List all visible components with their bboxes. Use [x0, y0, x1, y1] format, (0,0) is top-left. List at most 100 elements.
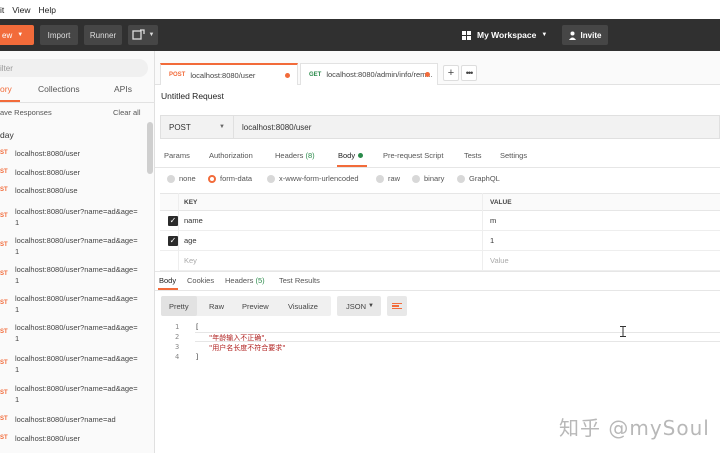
tab-apis[interactable]: APIs [114, 84, 132, 94]
clear-all-button[interactable]: Clear all [113, 108, 141, 117]
history-url: localhost:8080/user?name=ad&age=1 [15, 294, 138, 314]
response-tab-body[interactable]: Body [159, 276, 176, 285]
method-badge: ST [0, 271, 8, 277]
grid-icon [462, 30, 471, 40]
key-column-header: KEY [184, 199, 198, 206]
method-badge: ST [0, 150, 8, 156]
tab-collections[interactable]: Collections [38, 84, 80, 94]
history-url: localhost:8080/use [15, 186, 78, 195]
runner-button[interactable]: Runner [84, 25, 122, 45]
headers-count: (8) [305, 151, 315, 160]
json-string: "年龄输入不正确", [209, 334, 267, 342]
method-badge: ST [0, 213, 8, 219]
tab-tests[interactable]: Tests [464, 151, 482, 160]
tab-body[interactable]: Body [338, 151, 364, 160]
request-tab-label: localhost:8080/user [190, 70, 256, 80]
value-field[interactable]: m [490, 216, 496, 225]
new-button-label: ew [2, 30, 13, 40]
response-tab-cookies[interactable]: Cookies [187, 276, 214, 285]
request-title[interactable]: Untitled Request [161, 91, 224, 101]
menu-view[interactable]: View [12, 5, 30, 15]
workspace-selector[interactable]: My Workspace ▼ [462, 25, 547, 45]
menu-edit[interactable]: it [0, 5, 4, 15]
response-headers-count: (5) [255, 276, 265, 285]
radio-none[interactable]: none [167, 174, 196, 183]
request-tab-get-admin[interactable]: GET localhost:8080/admin/info/rem... [300, 63, 438, 85]
url-input[interactable]: localhost:8080/user [234, 115, 720, 139]
filter-input[interactable]: ilter [0, 59, 148, 77]
radio-form-data[interactable]: form-data [208, 174, 252, 183]
code-line: "用户名长度不符合要求" [209, 343, 285, 353]
request-tab-bar: POST localhost:8080/user GET localhost:8… [155, 51, 720, 85]
radio-selected-icon [208, 174, 216, 183]
invite-label: Invite [580, 30, 602, 40]
radio-binary[interactable]: binary [412, 174, 444, 183]
method-badge: ST [0, 360, 8, 366]
ellipsis-icon: ••• [465, 68, 474, 78]
new-window-button[interactable]: ▼ [128, 25, 158, 45]
radio-label: none [179, 174, 196, 183]
menu-help[interactable]: Help [39, 5, 56, 15]
radio-urlencoded[interactable]: x-www-form-urlencoded [267, 174, 359, 183]
history-url: localhost:8080/user [15, 434, 81, 443]
new-value-field[interactable]: Value [490, 256, 509, 265]
sidebar-scrollbar[interactable] [147, 122, 153, 174]
chevron-down-icon: ▼ [148, 32, 155, 38]
format-visualize-button[interactable]: Visualize [288, 296, 318, 316]
response-tab-test-results[interactable]: Test Results [279, 276, 320, 285]
method-badge: ST [0, 242, 8, 248]
tab-headers[interactable]: Headers (8) [275, 151, 315, 160]
tab-prerequest-script[interactable]: Pre-request Script [383, 151, 443, 160]
table-header: KEY VALUE [160, 193, 720, 211]
response-body-editor[interactable]: 1 [ 2 "年龄输入不正确", 3 "用户名长度不符合要求" 4 ] [155, 321, 720, 381]
radio-label: x-www-form-urlencoded [279, 174, 359, 183]
table-row: Key Value [160, 251, 720, 271]
radio-label: binary [424, 174, 445, 183]
method-select[interactable]: POST ▼ [160, 115, 234, 139]
key-field[interactable]: name [184, 216, 203, 225]
history-url: localhost:8080/user?name=ad&age=1 [15, 354, 138, 374]
value-column-header: VALUE [490, 199, 512, 206]
radio-raw[interactable]: raw [376, 174, 400, 183]
tab-params[interactable]: Params [164, 151, 190, 160]
method-badge: ST [0, 300, 8, 306]
format-raw-button[interactable]: Raw [209, 296, 224, 316]
checkbox-checked-icon[interactable]: ✓ [168, 236, 178, 246]
save-responses-toggle[interactable]: ave Responses [0, 108, 52, 117]
tab-authorization[interactable]: Authorization [209, 151, 253, 160]
history-url: localhost:8080/user?name=ad&age=1 [15, 236, 138, 256]
radio-icon [376, 174, 384, 183]
format-preview-button[interactable]: Preview [242, 296, 269, 316]
method-badge: ST [0, 187, 8, 193]
radio-icon [412, 174, 420, 183]
body-type-options: none form-data x-www-form-urlencoded raw… [155, 174, 720, 188]
history-url: localhost:8080/user?name=ad [15, 415, 116, 424]
url-bar: POST ▼ localhost:8080/user [160, 115, 720, 139]
new-key-field[interactable]: Key [184, 256, 197, 265]
checkbox-checked-icon[interactable]: ✓ [168, 216, 178, 226]
new-button[interactable]: ew ▼ [0, 25, 34, 45]
method-badge: POST [169, 72, 186, 78]
wrap-lines-button[interactable] [387, 296, 407, 316]
chevron-down-icon[interactable]: ▼ [17, 32, 23, 38]
tab-history[interactable]: ory [0, 84, 12, 94]
format-pretty-button[interactable]: Pretty [161, 296, 197, 316]
key-field[interactable]: age [184, 236, 197, 245]
method-badge: ST [0, 390, 8, 396]
radio-graphql[interactable]: GraphQL [457, 174, 500, 183]
invite-button[interactable]: Invite [562, 25, 608, 45]
language-select[interactable]: JSON ▼ [337, 296, 381, 316]
add-tab-button[interactable]: + [443, 65, 459, 81]
unsaved-dot-icon [285, 73, 290, 78]
unsaved-dot-icon [425, 72, 430, 77]
tab-body-label: Body [338, 151, 356, 160]
divider [178, 193, 179, 271]
tab-settings[interactable]: Settings [500, 151, 527, 160]
value-field[interactable]: 1 [490, 236, 494, 245]
request-tab-post-user[interactable]: POST localhost:8080/user [160, 63, 298, 85]
import-button[interactable]: Import [40, 25, 78, 45]
response-tab-headers[interactable]: Headers (5) [225, 276, 265, 285]
wrap-lines-icon [392, 302, 402, 311]
history-url: localhost:8080/user?name=ad&age=1 [15, 384, 138, 404]
more-tabs-button[interactable]: ••• [461, 65, 477, 81]
